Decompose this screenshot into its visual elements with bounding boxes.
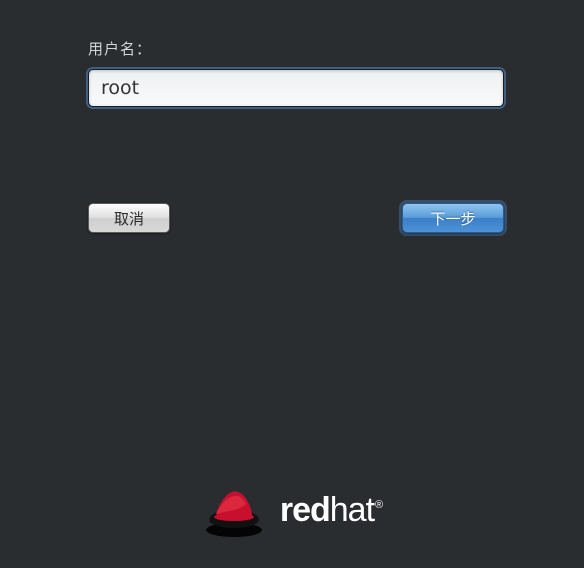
next-button[interactable]: 下一步 [402,203,504,233]
brand-text-bold: red [280,491,330,529]
brand-text-light: hat [330,491,374,529]
username-input-wrap [88,69,504,107]
username-label: 用户名： [88,38,506,59]
brand-logo: redhat® [0,482,584,538]
button-row: 取消 下一步 [88,203,504,233]
redhat-icon [202,482,266,538]
cancel-button[interactable]: 取消 [88,203,170,233]
brand-text: redhat® [280,491,382,530]
username-input[interactable] [88,69,504,107]
login-form: 用户名： 取消 下一步 [0,0,584,233]
trademark-icon: ® [375,499,382,511]
